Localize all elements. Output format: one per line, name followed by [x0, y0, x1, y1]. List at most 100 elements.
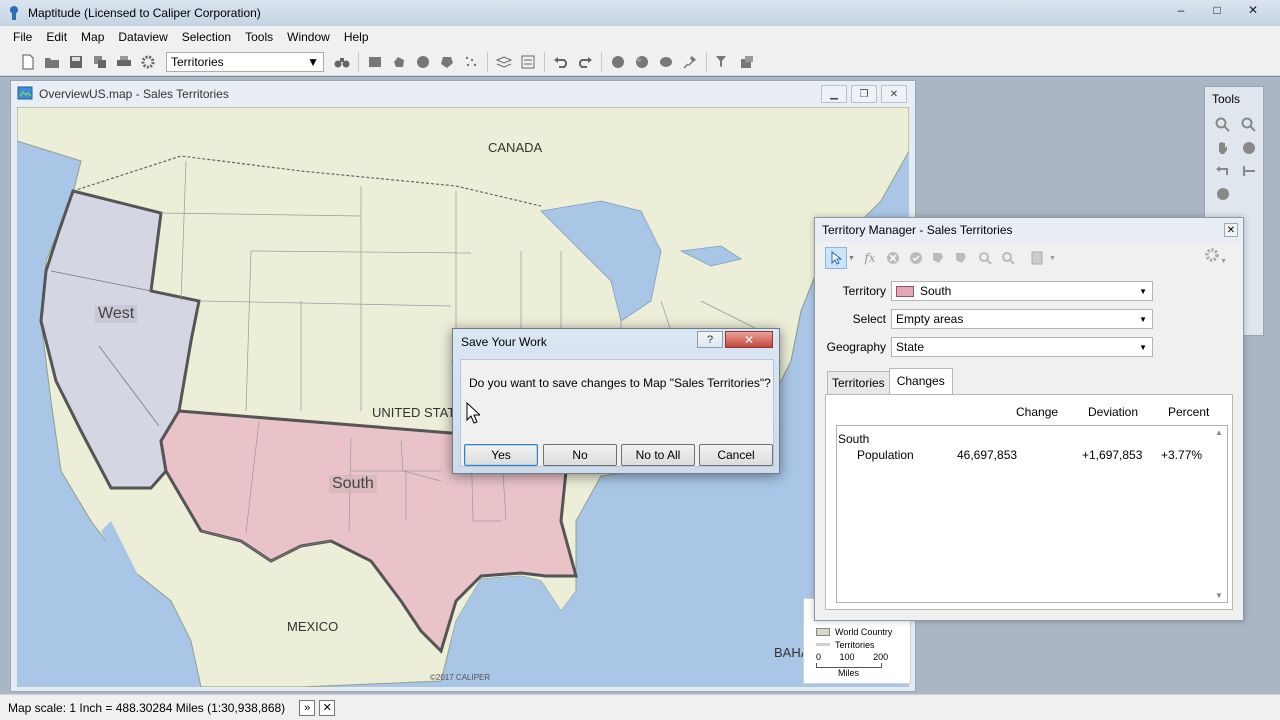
cancel-button[interactable]: Cancel	[699, 444, 773, 466]
select-circle-icon[interactable]	[412, 51, 434, 73]
back-icon[interactable]	[1238, 161, 1260, 181]
geography-select[interactable]: State ▼	[891, 337, 1153, 357]
map-close-button[interactable]: ✕	[881, 85, 907, 103]
globe-icon[interactable]	[607, 51, 629, 73]
tab-changes[interactable]: Changes	[888, 368, 953, 395]
tab-territories[interactable]: Territories	[827, 371, 890, 395]
layer-select[interactable]: Territories ▼	[166, 51, 324, 72]
menu-file[interactable]: File	[6, 28, 39, 46]
map-window-title: OverviewUS.map - Sales Territories	[39, 87, 229, 101]
menu-dataview[interactable]: Dataview	[111, 28, 174, 46]
menu-tools[interactable]: Tools	[238, 28, 280, 46]
menu-map[interactable]: Map	[74, 28, 111, 46]
no-to-all-button[interactable]: No to All	[621, 444, 695, 466]
dialog-body: Do you want to save changes to Map "Sale…	[460, 359, 774, 467]
legend-icon[interactable]	[517, 51, 539, 73]
legend-row-territories: Territories	[816, 638, 904, 651]
column-percent[interactable]: Percent	[1168, 405, 1209, 419]
select-shape-icon[interactable]	[436, 51, 458, 73]
scale-tick-0: 0	[816, 652, 822, 662]
main-toolbar: Territories ▼	[0, 48, 1280, 76]
expand-panel-icon[interactable]: »	[299, 699, 316, 716]
menu-help[interactable]: Help	[337, 28, 376, 46]
menu-selection[interactable]: Selection	[175, 28, 238, 46]
row-population-percent: +3.77%	[1161, 448, 1203, 462]
geography-label: Geography	[826, 340, 886, 354]
menu-bar: File Edit Map Dataview Selection Tools W…	[0, 26, 1280, 48]
info-tool-icon[interactable]	[1212, 184, 1234, 204]
dialog-close-button[interactable]: ✕	[725, 331, 773, 348]
filter-icon[interactable]	[712, 51, 734, 73]
new-file-icon[interactable]	[17, 51, 39, 73]
pointer-select-icon[interactable]	[825, 247, 847, 269]
world-map-icon[interactable]	[631, 51, 653, 73]
territory-select-value: South	[920, 284, 952, 298]
territory-manager-titlebar[interactable]: Territory Manager - Sales Territories ✕	[815, 218, 1243, 242]
map-restore-button[interactable]: ❐	[851, 85, 877, 103]
territory-remove-icon[interactable]	[951, 247, 973, 269]
layers-icon[interactable]	[493, 51, 515, 73]
dialog-help-button[interactable]: ?	[697, 331, 723, 348]
scroll-down-icon[interactable]: ▼	[1215, 591, 1223, 600]
save-copy-icon[interactable]	[89, 51, 111, 73]
export-icon[interactable]	[736, 51, 758, 73]
changes-list[interactable]: South Population 46,697,853 +1,697,853 +…	[836, 425, 1228, 603]
map-copyright: ©2017 CALIPER	[430, 673, 491, 682]
column-deviation[interactable]: Deviation	[1088, 405, 1138, 419]
app-title-bar: Maptitude (Licensed to Caliper Corporati…	[0, 0, 1280, 26]
yes-button[interactable]: Yes	[464, 444, 538, 466]
report-icon[interactable]	[1026, 247, 1048, 269]
settings-gear-icon[interactable]: ▼	[1204, 247, 1227, 266]
column-change[interactable]: Change	[1016, 405, 1058, 419]
map-minimize-button[interactable]: ▁	[821, 85, 847, 103]
pointer-dropdown-icon[interactable]: ▼	[848, 255, 855, 262]
select-label: Select	[852, 312, 886, 326]
save-icon[interactable]	[65, 51, 87, 73]
report-dropdown-icon[interactable]: ▼	[1049, 255, 1056, 262]
zoom-out-icon[interactable]	[1238, 115, 1260, 135]
menu-edit[interactable]: Edit	[39, 28, 74, 46]
zoom-territory-icon[interactable]	[974, 247, 996, 269]
territory-label: Territory	[842, 284, 886, 298]
legend-swatch-world-country	[816, 627, 830, 636]
minimize-button[interactable]: –	[1164, 0, 1198, 20]
territory-add-icon[interactable]	[928, 247, 950, 269]
geography-row: Geography State ▼	[825, 336, 1153, 358]
map-window-titlebar[interactable]: OverviewUS.map - Sales Territories ▁ ❐ ✕	[11, 81, 915, 107]
territory-select[interactable]: South ▼	[891, 281, 1153, 301]
cancel-circle-icon[interactable]	[882, 247, 904, 269]
print-icon[interactable]	[113, 51, 135, 73]
formula-icon[interactable]: fx	[859, 247, 881, 269]
scale-unit: Miles	[838, 668, 860, 678]
no-button[interactable]: No	[543, 444, 617, 466]
chevron-down-icon: ▼	[1139, 342, 1147, 352]
maximize-button[interactable]: □	[1200, 0, 1234, 20]
globe-tool-icon[interactable]	[1238, 138, 1260, 158]
previous-view-icon[interactable]	[1212, 161, 1234, 181]
territory-manager-close-icon[interactable]: ✕	[1224, 223, 1238, 237]
map-label-united-states: UNITED STAT	[372, 405, 456, 420]
undo-icon[interactable]	[550, 51, 572, 73]
chevron-down-icon: ▼	[1139, 314, 1147, 324]
menu-window[interactable]: Window	[280, 28, 337, 46]
open-folder-icon[interactable]	[41, 51, 63, 73]
select-rect-icon[interactable]	[364, 51, 386, 73]
close-button[interactable]: ✕	[1236, 0, 1270, 20]
region-icon[interactable]	[655, 51, 677, 73]
select-areas-value: Empty areas	[896, 312, 964, 326]
redo-icon[interactable]	[574, 51, 596, 73]
maptitude-logo-icon	[6, 5, 22, 21]
zoom-in-icon[interactable]	[1212, 115, 1234, 135]
settings-gear-icon[interactable]	[137, 51, 159, 73]
select-points-icon[interactable]	[460, 51, 482, 73]
close-panel-icon[interactable]: ✕	[319, 699, 336, 716]
vertical-scrollbar[interactable]: ▲ ▼	[1211, 426, 1227, 602]
pan-hand-icon[interactable]	[1212, 138, 1234, 158]
check-circle-icon[interactable]	[905, 247, 927, 269]
binoculars-icon[interactable]	[331, 51, 353, 73]
pushpin-icon[interactable]	[679, 51, 701, 73]
zoom-selection-icon[interactable]	[997, 247, 1019, 269]
select-polygon-icon[interactable]	[388, 51, 410, 73]
scroll-up-icon[interactable]: ▲	[1215, 428, 1223, 437]
select-areas-select[interactable]: Empty areas ▼	[891, 309, 1153, 329]
